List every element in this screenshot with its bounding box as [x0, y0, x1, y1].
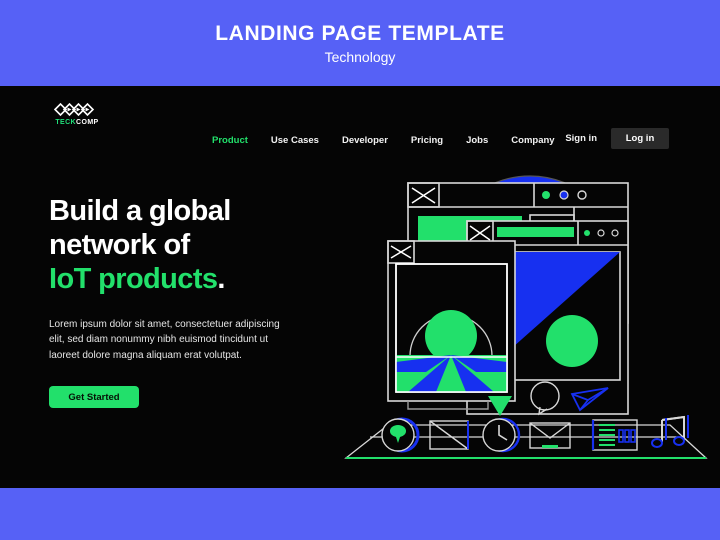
hero-section: Build a global network of IoT products. Lo… [49, 194, 329, 409]
nav-link-pricing[interactable]: Pricing [411, 136, 443, 146]
brand-word-part2: COMP [76, 119, 99, 126]
chat-bubble-icon [381, 417, 420, 453]
iot-browser-windows-illustration [340, 148, 712, 488]
brand-logo[interactable]: TECKCOMP [49, 102, 105, 126]
main-navigation: Product Use Cases Developer Pricing Jobs… [212, 136, 555, 146]
window-dot-green [542, 191, 550, 199]
nav-link-product[interactable]: Product [212, 136, 248, 146]
icon-row [381, 415, 689, 453]
nav-link-company[interactable]: Company [511, 136, 554, 146]
banner-title: LANDING PAGE TEMPLATE [215, 21, 505, 45]
green-sun [425, 310, 477, 362]
sign-in-link[interactable]: Sign in [565, 133, 597, 144]
nav-link-use-cases[interactable]: Use Cases [271, 136, 319, 146]
template-banner: LANDING PAGE TEMPLATE Technology [0, 0, 720, 86]
browser-window-front [387, 240, 516, 410]
landing-page-card: TECKCOMP Product Use Cases Developer Pri… [0, 86, 720, 488]
hero-paragraph: Lorem ipsum dolor sit amet, consectetuer… [49, 318, 280, 361]
music-notes-icon [651, 415, 689, 448]
headline-accent: IoT products [49, 263, 218, 296]
headline-line-1: Build a global [49, 195, 231, 227]
brand-wordmark: TECKCOMP [55, 119, 98, 126]
nav-link-developer[interactable]: Developer [342, 136, 388, 146]
brand-word-part1: TECK [55, 119, 77, 126]
envelope-icon [529, 422, 571, 449]
page-title: Build a global network of IoT products. [49, 194, 329, 297]
green-address-bar [497, 227, 574, 237]
log-in-button[interactable]: Log in [611, 128, 669, 149]
nav-actions: Sign in Log in [565, 128, 669, 149]
get-started-button[interactable]: Get Started [49, 386, 139, 409]
chevron-diamond-logo-icon [54, 102, 95, 117]
window-dot-blue [559, 190, 569, 200]
green-circle-middle [546, 315, 598, 367]
nav-link-jobs[interactable]: Jobs [466, 136, 488, 146]
banner-subtitle: Technology [324, 48, 396, 65]
illustration-svg [344, 175, 708, 459]
headline-period: . [217, 263, 225, 296]
headline-line-2: network of [49, 229, 190, 262]
page-root: LANDING PAGE TEMPLATE Technology TECKCOM… [0, 0, 720, 540]
clock-icon [482, 417, 521, 453]
